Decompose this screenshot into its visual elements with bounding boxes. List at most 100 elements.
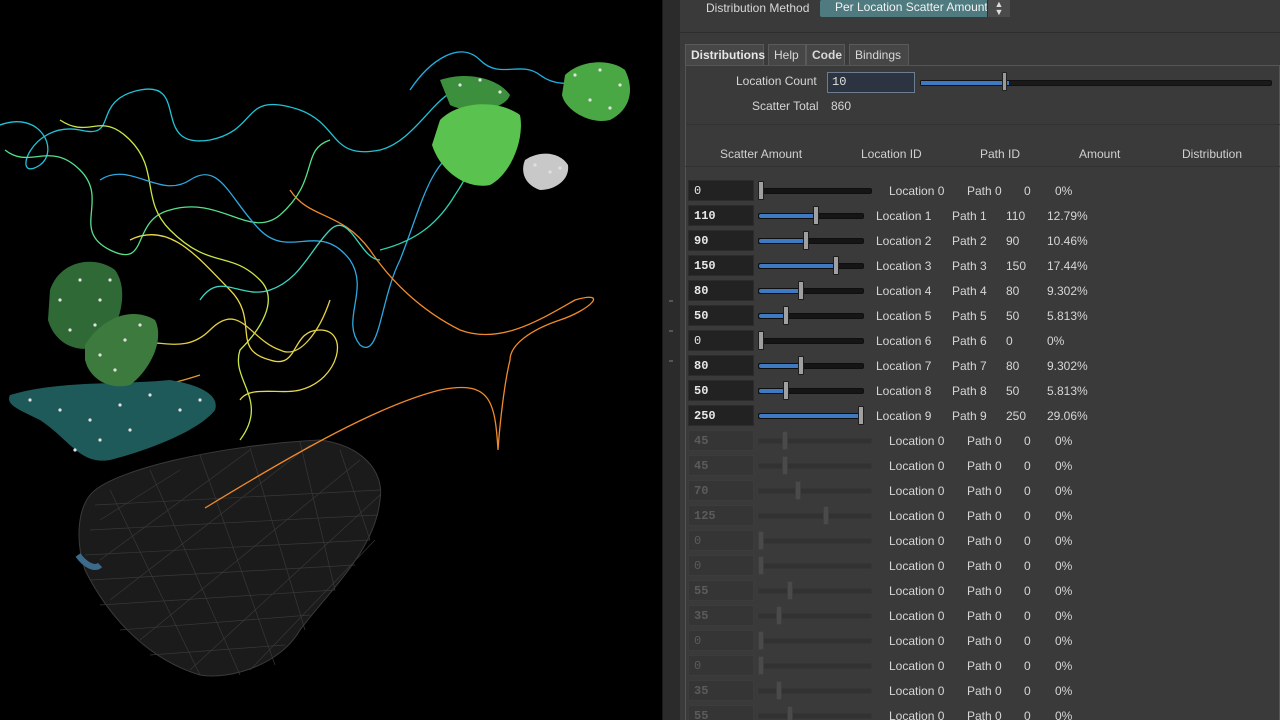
distribution-value: 0% <box>1055 584 1073 598</box>
table-row: 0 Location 0 Path 0 0 0% <box>685 529 1280 554</box>
slider-handle[interactable] <box>813 206 819 225</box>
scatter-amount-slider <box>758 638 872 644</box>
scatter-amount-slider[interactable] <box>758 213 864 219</box>
distribution-value: 0% <box>1055 634 1073 648</box>
splitter-grip <box>669 300 673 302</box>
distribution-value: 0% <box>1055 459 1073 473</box>
scatter-amount-slider[interactable] <box>758 363 864 369</box>
location-count-slider-handle[interactable] <box>1002 72 1007 91</box>
location-id: Location 0 <box>889 709 945 720</box>
slider-handle[interactable] <box>783 306 789 325</box>
scatter-amount-field[interactable]: 80 <box>688 355 754 376</box>
slider-handle <box>787 581 793 600</box>
column-header-distribution: Distribution <box>1182 147 1243 161</box>
scatter-amount-field[interactable]: 50 <box>688 305 754 326</box>
tab-distributions[interactable]: Distributions <box>685 44 765 65</box>
table-row: 90 Location 2 Path 2 90 10.46% <box>685 229 1280 254</box>
location-id: Location 0 <box>889 634 945 648</box>
path-id: Path 0 <box>967 434 1002 448</box>
tab-bindings[interactable]: Bindings <box>849 44 909 65</box>
tab-help[interactable]: Help <box>768 44 806 65</box>
table-row: 0 Location 0 Path 0 0 0% <box>685 654 1280 679</box>
slider-handle <box>758 631 764 650</box>
path-id: Path 1 <box>952 209 987 223</box>
scatter-amount-field[interactable]: 90 <box>688 230 754 251</box>
scatter-amount-slider[interactable] <box>758 413 864 419</box>
amount-value: 0 <box>1024 509 1031 523</box>
slider-handle[interactable] <box>758 331 764 350</box>
amount-value: 250 <box>1006 409 1027 423</box>
scatter-amount-field: 0 <box>688 555 754 576</box>
location-id: Location 3 <box>876 259 932 273</box>
3d-viewport[interactable] <box>0 0 662 720</box>
table-row: 250 Location 9 Path 9 250 29.06% <box>685 404 1280 429</box>
scatter-amount-field[interactable]: 250 <box>688 405 754 426</box>
amount-value: 0 <box>1024 684 1031 698</box>
scatter-amount-field[interactable]: 0 <box>688 180 754 201</box>
slider-handle <box>776 606 782 625</box>
slider-fill <box>759 314 785 318</box>
slider-fill <box>759 389 785 393</box>
slider-fill <box>759 364 801 368</box>
scatter-amount-slider[interactable] <box>758 288 864 294</box>
table-row: 45 Location 0 Path 0 0 0% <box>685 429 1280 454</box>
slider-handle <box>823 506 829 525</box>
path-id: Path 6 <box>952 334 987 348</box>
table-row: 35 Location 0 Path 0 0 0% <box>685 679 1280 704</box>
table-row: 70 Location 0 Path 0 0 0% <box>685 479 1280 504</box>
slider-fill <box>759 264 837 268</box>
path-id: Path 0 <box>967 709 1002 720</box>
table-row: 45 Location 0 Path 0 0 0% <box>685 454 1280 479</box>
table-row: 0 Location 0 Path 0 0 0% <box>685 554 1280 579</box>
scatter-amount-field[interactable]: 80 <box>688 280 754 301</box>
scatter-amount-field[interactable]: 50 <box>688 380 754 401</box>
table-row: 35 Location 0 Path 0 0 0% <box>685 604 1280 629</box>
distribution-method-value: Per Location Scatter Amount <box>835 0 988 14</box>
scatter-amount-field[interactable]: 150 <box>688 255 754 276</box>
location-count-slider[interactable] <box>920 80 1272 86</box>
amount-value: 0 <box>1024 584 1031 598</box>
path-id: Path 5 <box>952 309 987 323</box>
slider-handle <box>758 556 764 575</box>
scatter-amount-slider <box>758 663 872 669</box>
distribution-value: 10.46% <box>1047 234 1088 248</box>
scatter-amount-field: 125 <box>688 505 754 526</box>
scatter-amount-slider[interactable] <box>758 238 864 244</box>
tab-code[interactable]: Code <box>806 44 845 65</box>
slider-fill <box>759 289 801 293</box>
slider-handle[interactable] <box>833 256 839 275</box>
path-id: Path 0 <box>967 684 1002 698</box>
scatter-amount-slider[interactable] <box>758 338 864 344</box>
scatter-amount-slider <box>758 538 872 544</box>
scatter-amount-slider[interactable] <box>758 313 864 319</box>
scatter-amount-slider[interactable] <box>758 188 872 194</box>
slider-handle[interactable] <box>783 381 789 400</box>
path-id: Path 0 <box>967 534 1002 548</box>
table-row: 50 Location 5 Path 5 50 5.813% <box>685 304 1280 329</box>
slider-handle[interactable] <box>803 231 809 250</box>
distribution-method-dropdown[interactable]: Per Location Scatter Amount ▲ ▼ <box>820 0 1010 17</box>
distribution-value: 0% <box>1055 709 1073 720</box>
terrain-mesh <box>75 439 382 677</box>
column-header-scatter-amount: Scatter Amount <box>720 147 803 161</box>
slider-handle[interactable] <box>798 356 804 375</box>
scatter-amount-slider[interactable] <box>758 263 864 269</box>
path-id: Path 3 <box>952 259 987 273</box>
path-id: Path 4 <box>952 284 987 298</box>
scatter-amount-slider[interactable] <box>758 388 864 394</box>
viewport-scene <box>0 51 630 677</box>
scatter-amount-field[interactable]: 0 <box>688 330 754 351</box>
slider-handle[interactable] <box>858 406 864 425</box>
distribution-value: 0% <box>1055 559 1073 573</box>
scatter-amount-field[interactable]: 110 <box>688 205 754 226</box>
location-id: Location 7 <box>876 359 932 373</box>
scatter-amount-field: 55 <box>688 580 754 601</box>
slider-handle[interactable] <box>798 281 804 300</box>
location-count-field[interactable]: 10 <box>827 72 915 93</box>
amount-value: 50 <box>1006 309 1020 323</box>
location-id: Location 9 <box>876 409 932 423</box>
slider-handle[interactable] <box>758 181 764 200</box>
pane-splitter[interactable] <box>662 0 680 720</box>
scatter-amount-slider <box>758 588 872 594</box>
location-id: Location 0 <box>889 684 945 698</box>
